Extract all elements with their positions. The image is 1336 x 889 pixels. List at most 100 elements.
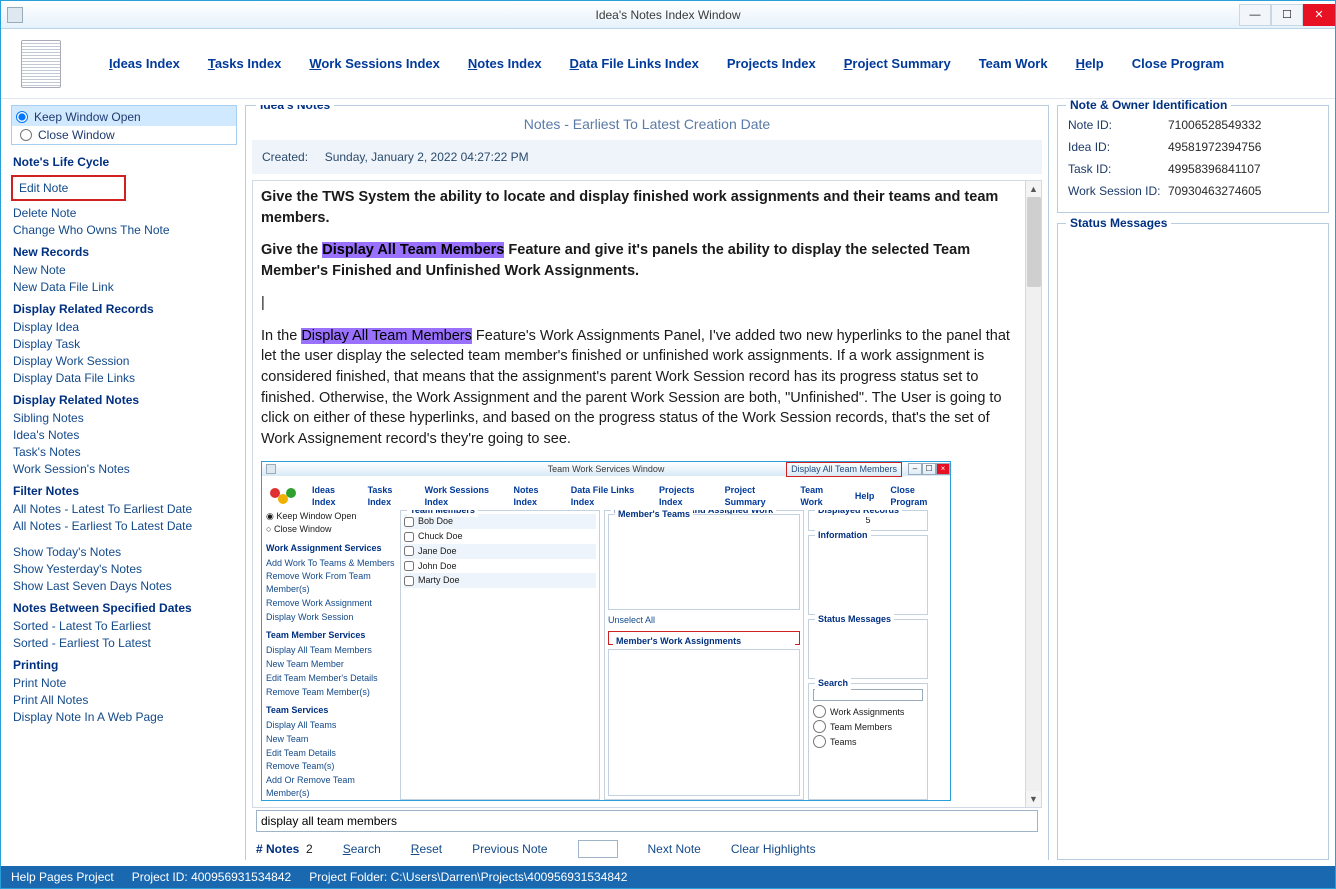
- link-ws-notes[interactable]: Work Session's Notes: [13, 462, 237, 476]
- link-display-task[interactable]: Display Task: [13, 337, 237, 351]
- embed-information-pane: Information: [808, 535, 928, 615]
- notes-count-label: # Notes: [256, 842, 299, 856]
- link-ideas-notes[interactable]: Idea's Notes: [13, 428, 237, 442]
- link-print-all-notes[interactable]: Print All Notes: [13, 693, 237, 707]
- scroll-down-icon[interactable]: ▼: [1026, 791, 1041, 807]
- note-id-value: 71006528549332: [1168, 118, 1261, 132]
- menu-notes-index[interactable]: Notes Index: [468, 56, 542, 71]
- embed-menu-dfl: Data File Links Index: [571, 484, 643, 510]
- radio-keep-window-open[interactable]: Keep Window Open: [16, 108, 232, 126]
- text-cursor: |: [261, 293, 1021, 314]
- embed-title: Team Work Services Window: [262, 463, 950, 476]
- menu-help[interactable]: Help: [1076, 56, 1104, 71]
- created-label: Created:: [262, 150, 308, 164]
- printing-heading: Printing: [13, 658, 237, 672]
- statusbar-project-id: Project ID: 400956931534842: [132, 870, 291, 884]
- menu-projects-index[interactable]: Projects Index: [727, 56, 816, 71]
- note-para-1: Give the TWS System the ability to locat…: [261, 189, 998, 226]
- link-sorted-latest-to-earliest[interactable]: Sorted - Latest To Earliest: [13, 619, 237, 633]
- embed-members-teams-pane: Member's Teams: [608, 514, 800, 610]
- menu-work-sessions-index[interactable]: Work Sessions Index: [309, 56, 440, 71]
- main-menu: Ideas Index Tasks Index Work Sessions In…: [1, 29, 1335, 99]
- note-para-3a: In the: [261, 328, 301, 344]
- link-sorted-earliest-to-latest[interactable]: Sorted - Earliest To Latest: [13, 636, 237, 650]
- embed-menu-projects: Projects Index: [659, 484, 709, 510]
- embed-menu-help: Help: [855, 490, 875, 503]
- link-tasks-notes[interactable]: Task's Notes: [13, 445, 237, 459]
- embed-tm-row: John Doe: [404, 559, 596, 574]
- embed-left-sidebar: ◉ Keep Window Open ○ Close Window Work A…: [266, 510, 396, 800]
- identification-legend: Note & Owner Identification: [1066, 99, 1231, 112]
- display-related-records-heading: Display Related Records: [13, 302, 237, 316]
- link-previous-note[interactable]: Previous Note: [472, 842, 547, 856]
- new-records-heading: New Records: [13, 245, 237, 259]
- status-messages-legend: Status Messages: [1066, 216, 1171, 230]
- created-value: Sunday, January 2, 2022 04:27:22 PM: [325, 150, 529, 164]
- notes-frame: Idea's Notes Notes - Earliest To Latest …: [245, 105, 1049, 860]
- embed-members-work-assignments-pane: Member's Work Assignments: [608, 631, 800, 645]
- menu-project-summary[interactable]: Project Summary: [844, 56, 951, 71]
- embed-right-col: Displayed Records 5 Information Status M…: [808, 510, 928, 800]
- link-delete-note[interactable]: Delete Note: [13, 206, 237, 220]
- radio-keep-window-open-input[interactable]: [16, 111, 28, 123]
- link-new-dfl[interactable]: New Data File Link: [13, 280, 237, 294]
- embed-menu-notes: Notes Index: [514, 484, 555, 510]
- embed-tm-row: Jane Doe: [404, 544, 596, 559]
- embed-logo-icon: [270, 488, 296, 504]
- created-row: Created: Sunday, January 2, 2022 04:27:2…: [252, 140, 1042, 174]
- menu-tasks-index[interactable]: Tasks Index: [208, 56, 281, 71]
- search-input[interactable]: [256, 810, 1038, 832]
- link-show-today[interactable]: Show Today's Notes: [13, 545, 237, 559]
- sidebar: Keep Window Open Close Window Note's Lif…: [7, 105, 237, 860]
- embed-search-pane: Search Work Assignments Team Members Tea…: [808, 683, 928, 800]
- link-display-note-web-page[interactable]: Display Note In A Web Page: [13, 710, 237, 724]
- idea-id-value: 49581972394756: [1168, 140, 1261, 154]
- link-edit-note[interactable]: Edit Note: [19, 181, 68, 195]
- window-title: Idea's Notes Index Window: [1, 8, 1335, 22]
- idea-id-label: Idea ID:: [1068, 140, 1168, 154]
- radio-close-window[interactable]: Close Window: [12, 126, 236, 144]
- link-all-notes-latest-to-earliest[interactable]: All Notes - Latest To Earliest Date: [13, 502, 237, 516]
- display-related-notes-heading: Display Related Notes: [13, 393, 237, 407]
- link-all-notes-earliest-to-latest[interactable]: All Notes - Earliest To Latest Date: [13, 519, 237, 533]
- embed-search-input: [813, 689, 923, 701]
- embed-displayed-records-pane: Displayed Records 5: [808, 510, 928, 531]
- statusbar-project-folder: Project Folder: C:\Users\Darren\Projects…: [309, 870, 627, 884]
- note-number-input[interactable]: [578, 840, 618, 858]
- link-change-owner[interactable]: Change Who Owns The Note: [13, 223, 237, 237]
- link-display-work-session[interactable]: Display Work Session: [13, 354, 237, 368]
- notes-frame-legend: Idea's Notes: [256, 105, 334, 112]
- link-sibling-notes[interactable]: Sibling Notes: [13, 411, 237, 425]
- scroll-thumb[interactable]: [1027, 197, 1041, 287]
- link-show-last-seven-days[interactable]: Show Last Seven Days Notes: [13, 579, 237, 593]
- task-id-label: Task ID:: [1068, 162, 1168, 176]
- filter-notes-heading: Filter Notes: [13, 484, 237, 498]
- note-body[interactable]: Give the TWS System the ability to locat…: [252, 180, 1042, 808]
- life-cycle-heading: Note's Life Cycle: [13, 155, 237, 169]
- link-show-yesterday[interactable]: Show Yesterday's Notes: [13, 562, 237, 576]
- menu-team-work[interactable]: Team Work: [979, 56, 1048, 71]
- edit-note-highlight: Edit Note: [11, 175, 126, 201]
- link-display-dfl[interactable]: Display Data File Links: [13, 371, 237, 385]
- link-display-idea[interactable]: Display Idea: [13, 320, 237, 334]
- link-next-note[interactable]: Next Note: [648, 842, 701, 856]
- embed-unselect-all: Unselect All: [608, 614, 800, 627]
- embed-menu-close: Close Program: [890, 484, 942, 510]
- scrollbar[interactable]: ▲ ▼: [1025, 181, 1041, 807]
- note-id-label: Note ID:: [1068, 118, 1168, 132]
- note-para-3b: Feature's Work Assignments Panel, I've a…: [261, 328, 1010, 447]
- menu-ideas-index[interactable]: Ideas Index: [109, 56, 180, 71]
- scroll-up-icon[interactable]: ▲: [1026, 181, 1041, 197]
- titlebar: Idea's Notes Index Window — ☐ ✕: [1, 1, 1335, 29]
- embed-menu-team-work: Team Work: [800, 484, 838, 510]
- link-print-note[interactable]: Print Note: [13, 676, 237, 690]
- link-search[interactable]: Search: [343, 842, 381, 856]
- link-new-note[interactable]: New Note: [13, 263, 237, 277]
- menu-data-file-links-index[interactable]: Data File Links Index: [570, 56, 699, 71]
- menu-close-program[interactable]: Close Program: [1132, 56, 1224, 71]
- task-id-value: 49958396841107: [1168, 162, 1261, 176]
- radio-close-window-input[interactable]: [20, 129, 32, 141]
- link-reset[interactable]: Reset: [411, 842, 442, 856]
- link-clear-highlights[interactable]: Clear Highlights: [731, 842, 816, 856]
- highlight-2: Display All Team Members: [301, 328, 472, 344]
